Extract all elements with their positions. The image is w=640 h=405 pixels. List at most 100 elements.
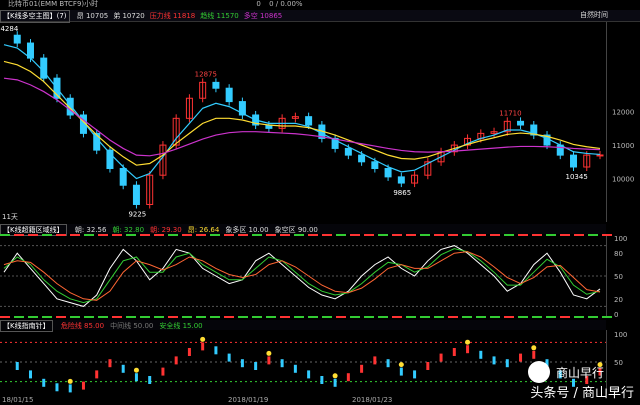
signal-dash [280, 234, 290, 236]
signal-dash [70, 316, 80, 318]
signal-dash [84, 234, 94, 236]
signal-dash [336, 316, 346, 318]
signal-dash [224, 316, 234, 318]
signal-dash [490, 234, 500, 236]
price-annotation: 12875 [195, 70, 217, 78]
signal-dash [588, 234, 598, 236]
candle [331, 134, 339, 153]
candle [199, 78, 207, 103]
signal-dash [168, 316, 178, 318]
instrument-title: 比特币01(EMM BTCF9)小时 [8, 0, 99, 8]
signal-dash [546, 234, 556, 236]
candle [517, 117, 525, 130]
oscillator-axis-label: 50 [614, 273, 623, 281]
signal-dash [182, 234, 192, 236]
signal-dash [182, 316, 192, 318]
main-indicator-value-4: 多空 10865 [243, 12, 283, 20]
signal-dash [42, 234, 52, 236]
signal-dash [196, 234, 206, 236]
compass-dot [398, 362, 404, 368]
candle [106, 146, 114, 173]
date-label-3: 2018/01/23 [352, 396, 393, 404]
signal-dash [532, 316, 542, 318]
date-label-1: 18/01/15 [2, 396, 34, 404]
signal-dash [602, 316, 612, 318]
main-indicator-value-1: 弟 10720 [113, 12, 145, 20]
oscillator-axis-label: 20 [614, 296, 623, 304]
signal-dash [294, 234, 304, 236]
signal-dash [154, 316, 164, 318]
signal-dash [266, 316, 276, 318]
period-label: 11天 [2, 213, 18, 221]
signal-dash [448, 234, 458, 236]
signal-dash [350, 234, 360, 236]
signal-dash [406, 316, 416, 318]
signal-dash [56, 316, 66, 318]
candle [570, 151, 578, 172]
candle [397, 172, 405, 188]
title-value-1: 0 [256, 0, 261, 8]
signal-dash [490, 316, 500, 318]
signal-dash [322, 234, 332, 236]
oscillator-indicator-bar: 【K线超籍区域线】 朝: 32.56 朝: 32.80 朝: 29.30 昂: 26.… [0, 224, 606, 236]
oscillator-chart[interactable]: 100 80 50 20 0 [0, 234, 640, 318]
price-axis-label: 10000 [612, 176, 634, 184]
signal-dash [448, 316, 458, 318]
candle [185, 94, 193, 123]
signal-dash [112, 316, 122, 318]
candle [225, 84, 233, 106]
signal-dash [14, 234, 24, 236]
signal-dash [560, 234, 570, 236]
signal-dash [574, 316, 584, 318]
candle [146, 171, 154, 209]
signal-dash [14, 316, 24, 318]
compass-dot [465, 339, 471, 345]
signal-dash [98, 234, 108, 236]
signal-dash [420, 234, 430, 236]
natural-time-label[interactable]: 自然时间 [580, 10, 608, 21]
signal-dash [224, 234, 234, 236]
signal-dash [210, 234, 220, 236]
signal-dash [140, 234, 150, 236]
watermark-text: 头条号 / 商山早行 [530, 386, 634, 401]
compass-dot [266, 350, 272, 356]
signal-dash [28, 316, 38, 318]
signal-dash [266, 234, 276, 236]
oscillator-axis-label: 80 [614, 250, 623, 258]
signal-dash [238, 316, 248, 318]
signal-dash [518, 316, 528, 318]
price-annotation: 14284 [0, 25, 19, 33]
signal-dash [406, 234, 416, 236]
signal-dash [168, 234, 178, 236]
price-annotation: 11710 [499, 109, 521, 117]
signal-dash [504, 234, 514, 236]
candle [291, 112, 299, 123]
compass-axis-label: 100 [614, 331, 627, 339]
signal-dash [518, 234, 528, 236]
title-value-2: 0 / 0.00% [269, 0, 303, 8]
signal-dash [462, 234, 472, 236]
candle [212, 78, 220, 93]
signal-dash [322, 316, 332, 318]
signal-dash [434, 316, 444, 318]
price-annotation: 9865 [393, 189, 411, 197]
date-label-2: 2018/01/19 [228, 396, 269, 404]
signal-dash [126, 234, 136, 236]
signal-dash [574, 234, 584, 236]
oscillator-axis-label: 0 [614, 311, 618, 318]
signal-dash [294, 316, 304, 318]
signal-dash [28, 234, 38, 236]
signal-dash [476, 234, 486, 236]
signal-dash [280, 316, 290, 318]
oscillator-axis-label: 100 [614, 235, 627, 243]
candle [132, 181, 140, 209]
price-chart[interactable]: 12000 11000 10000 12875 11710 9225 9865 10345 14… [0, 22, 640, 222]
signal-dash [84, 316, 94, 318]
signal-dash [588, 316, 598, 318]
signal-dash [392, 234, 402, 236]
main-indicator-bar: 【K线多空主图】(7) 昂 10705 弟 10720 压力线 11818 趋线 11… [0, 10, 640, 23]
window-title-bar: 比特币01(EMM BTCF9)小时 0 0 / 0.00% [0, 0, 640, 9]
compass-indicator-bar: 【K线指南针】 危险线 85.00 中间线 50.00 安全线 15.00 [0, 320, 606, 332]
signal-dash [0, 316, 10, 318]
candle [40, 54, 48, 83]
